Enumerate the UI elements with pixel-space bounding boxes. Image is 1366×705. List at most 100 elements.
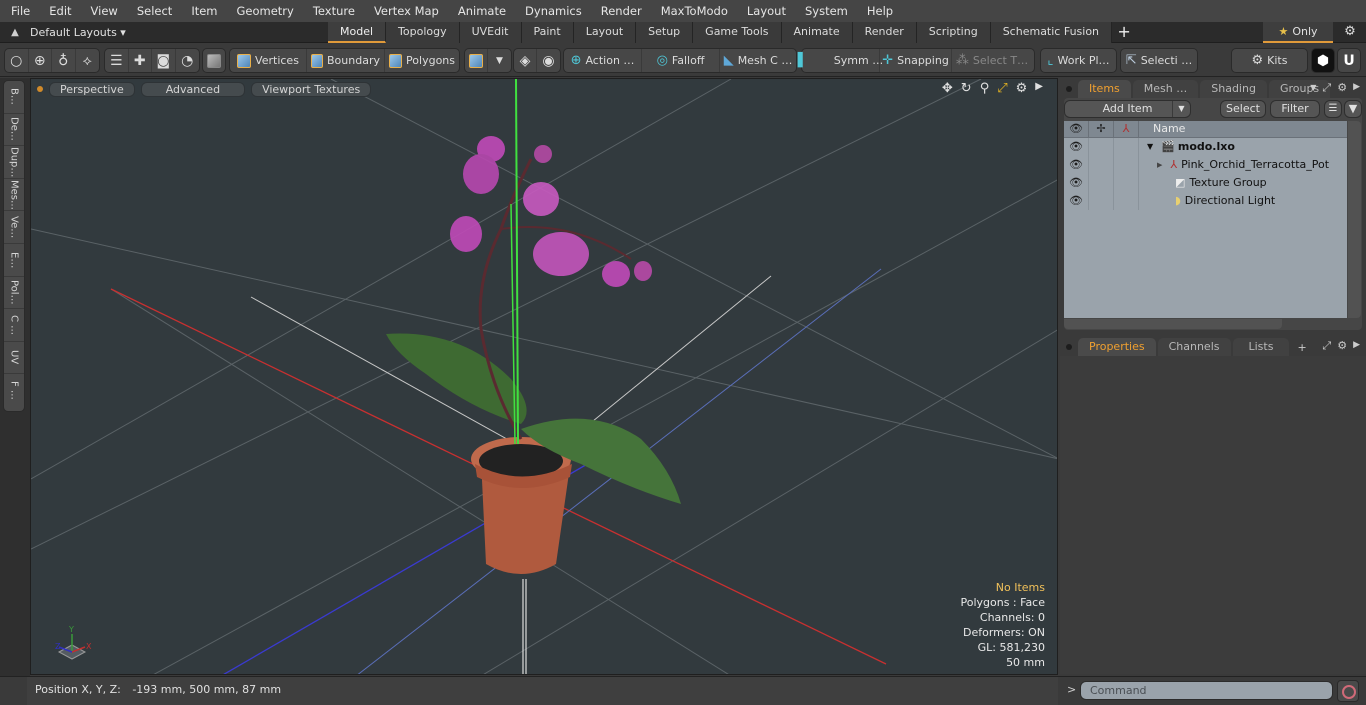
filter-button[interactable]: Filter: [1270, 100, 1320, 118]
uv-unwrap-icon[interactable]: ✚: [129, 49, 152, 72]
panel-maximize-icon[interactable]: ⤢: [1322, 339, 1331, 353]
unreal-logo-icon[interactable]: U: [1338, 49, 1360, 72]
left-tab-deform[interactable]: De…: [4, 114, 24, 147]
left-tab-edge[interactable]: E…: [4, 244, 24, 277]
collapse-up-icon[interactable]: ▲: [0, 27, 30, 38]
add-panel-tab-button[interactable]: +: [1297, 341, 1306, 354]
record-macro-icon[interactable]: [1337, 680, 1359, 702]
menu-layout[interactable]: Layout: [736, 4, 794, 18]
menu-help[interactable]: Help: [856, 4, 901, 18]
menu-maxtomodo[interactable]: MaxToModo: [650, 4, 736, 18]
viewport-scene[interactable]: Y X Z: [31, 79, 1058, 675]
left-tab-duplicate[interactable]: Dup…: [4, 146, 24, 179]
viewport-menu-dot[interactable]: [37, 86, 43, 92]
tree-row[interactable]: 👁 ▶ ⅄ Pink_Orchid_Terracotta_Pot: [1064, 156, 1347, 174]
tab-topology[interactable]: Topology: [386, 22, 460, 43]
viewport-textures-button[interactable]: Viewport Textures: [251, 81, 372, 97]
tab-scripting[interactable]: Scripting: [916, 22, 991, 43]
tab-lists[interactable]: Lists: [1232, 338, 1290, 356]
panel-gear-icon[interactable]: ⚙: [1337, 81, 1347, 95]
tab-mesh-ops[interactable]: Mesh …: [1132, 80, 1199, 98]
only-toggle[interactable]: ★ Only: [1263, 22, 1333, 43]
items-horizontal-scrollbar[interactable]: [1064, 319, 1282, 329]
falloff-button[interactable]: ◎ Falloff: [642, 49, 720, 72]
menu-geometry[interactable]: Geometry: [226, 4, 302, 18]
menu-system[interactable]: System: [794, 4, 856, 18]
rotate-dial-icon[interactable]: ◔: [176, 49, 199, 72]
lock-column-icon[interactable]: ✢: [1089, 121, 1114, 137]
menu-texture[interactable]: Texture: [302, 4, 363, 18]
action-center-button[interactable]: ⊕ Action …: [564, 49, 642, 72]
symmetry-button[interactable]: ▌ Symm …: [798, 49, 883, 72]
menu-select[interactable]: Select: [126, 4, 180, 18]
left-tab-mesh-edit[interactable]: Mes…: [4, 179, 24, 212]
item-cube-icon[interactable]: [203, 49, 225, 72]
globe-icon[interactable]: ⊕: [29, 49, 52, 72]
menu-render[interactable]: Render: [590, 4, 650, 18]
material-cube-icon[interactable]: [465, 49, 489, 72]
left-tab-polygon[interactable]: Pol…: [4, 277, 24, 310]
tab-paint[interactable]: Paint: [521, 22, 574, 43]
zoom-icon[interactable]: ⚲: [980, 81, 990, 96]
pen-tool-icon[interactable]: ♁: [52, 49, 76, 72]
menu-vertex-map[interactable]: Vertex Map: [363, 4, 447, 18]
menu-dynamics[interactable]: Dynamics: [514, 4, 590, 18]
tab-channels[interactable]: Channels: [1157, 338, 1231, 356]
add-item-dropdown-icon[interactable]: ▼: [1172, 101, 1190, 117]
settings-gear-icon[interactable]: ⚙: [1340, 22, 1360, 43]
tab-render[interactable]: Render: [852, 22, 917, 43]
tree-row[interactable]: 👁 ▼ 🎬 modo.lxo: [1064, 138, 1347, 156]
kits-button[interactable]: ⚙ Kits: [1232, 49, 1307, 72]
command-input[interactable]: Command: [1080, 681, 1333, 700]
tab-schematic-fusion[interactable]: Schematic Fusion: [990, 22, 1113, 43]
panel-menu-dot[interactable]: [1066, 86, 1072, 92]
left-tab-vertex[interactable]: Ve…: [4, 211, 24, 244]
viewport-expand-arrow-icon[interactable]: ▶: [1035, 81, 1043, 96]
panel-maximize-icon[interactable]: ⤢: [1322, 81, 1331, 95]
maximize-icon[interactable]: ⤢: [997, 81, 1007, 96]
polygons-button[interactable]: Polygons: [385, 49, 459, 72]
left-tab-uv[interactable]: UV: [4, 342, 24, 375]
list-options-icon[interactable]: ☰: [1324, 100, 1342, 118]
tab-setup[interactable]: Setup: [636, 22, 694, 43]
pivot-icon[interactable]: ◈: [514, 49, 538, 72]
visibility-eye-icon[interactable]: 👁: [1064, 156, 1089, 174]
locator-column-icon[interactable]: ⅄: [1114, 121, 1139, 137]
tab-properties[interactable]: Properties: [1078, 338, 1156, 356]
orbit-icon[interactable]: ↻: [961, 81, 972, 96]
menu-item[interactable]: Item: [180, 4, 225, 18]
boundary-button[interactable]: Boundary: [307, 49, 385, 72]
viewport-gear-icon[interactable]: ⚙: [1016, 81, 1028, 96]
select-button[interactable]: Select: [1220, 100, 1266, 118]
circle-select-icon[interactable]: ○: [5, 49, 29, 72]
perspective-button[interactable]: Perspective: [49, 81, 135, 97]
advanced-button[interactable]: Advanced: [140, 81, 246, 97]
workplane-button[interactable]: ⌞ Work Pl…: [1041, 49, 1116, 72]
tab-uvedit[interactable]: UVEdit: [459, 22, 522, 43]
menu-view[interactable]: View: [80, 4, 126, 18]
add-tab-button[interactable]: +: [1112, 22, 1136, 43]
panel-arrow-icon[interactable]: ▶: [1353, 339, 1360, 353]
lasso-icon[interactable]: ⟡: [76, 49, 99, 72]
tree-row[interactable]: 👁 ◗ Directional Light: [1064, 192, 1347, 210]
tabs-dropdown-icon[interactable]: ▼: [1310, 81, 1316, 95]
vertices-button[interactable]: Vertices: [230, 49, 307, 72]
modo-cube-icon[interactable]: ⬢: [1312, 49, 1334, 72]
select-through-button[interactable]: ⁂ Select T…: [952, 49, 1032, 72]
visibility-column-icon[interactable]: 👁: [1064, 121, 1089, 137]
tree-row[interactable]: 👁 ◩ Texture Group: [1064, 174, 1347, 192]
items-vertical-scrollbar[interactable]: [1348, 121, 1361, 318]
tab-items[interactable]: Items: [1078, 80, 1131, 98]
menu-file[interactable]: File: [0, 4, 38, 18]
3d-viewport[interactable]: Y X Z Perspective Advanced Viewport Text…: [30, 78, 1058, 675]
name-column-header[interactable]: Name: [1139, 121, 1185, 137]
selection-sets-button[interactable]: ⇱ Selecti …: [1121, 49, 1197, 72]
expand-triangle-icon[interactable]: ▶: [1157, 156, 1162, 174]
menu-animate[interactable]: Animate: [447, 4, 514, 18]
tab-shading[interactable]: Shading: [1200, 80, 1267, 98]
pan-icon[interactable]: ✥: [942, 81, 953, 96]
left-tab-curve[interactable]: C …: [4, 309, 24, 342]
panel-arrow-icon[interactable]: ▶: [1353, 81, 1360, 95]
panel-gear-icon[interactable]: ⚙: [1337, 339, 1347, 353]
align-icon[interactable]: ☰: [105, 49, 129, 72]
